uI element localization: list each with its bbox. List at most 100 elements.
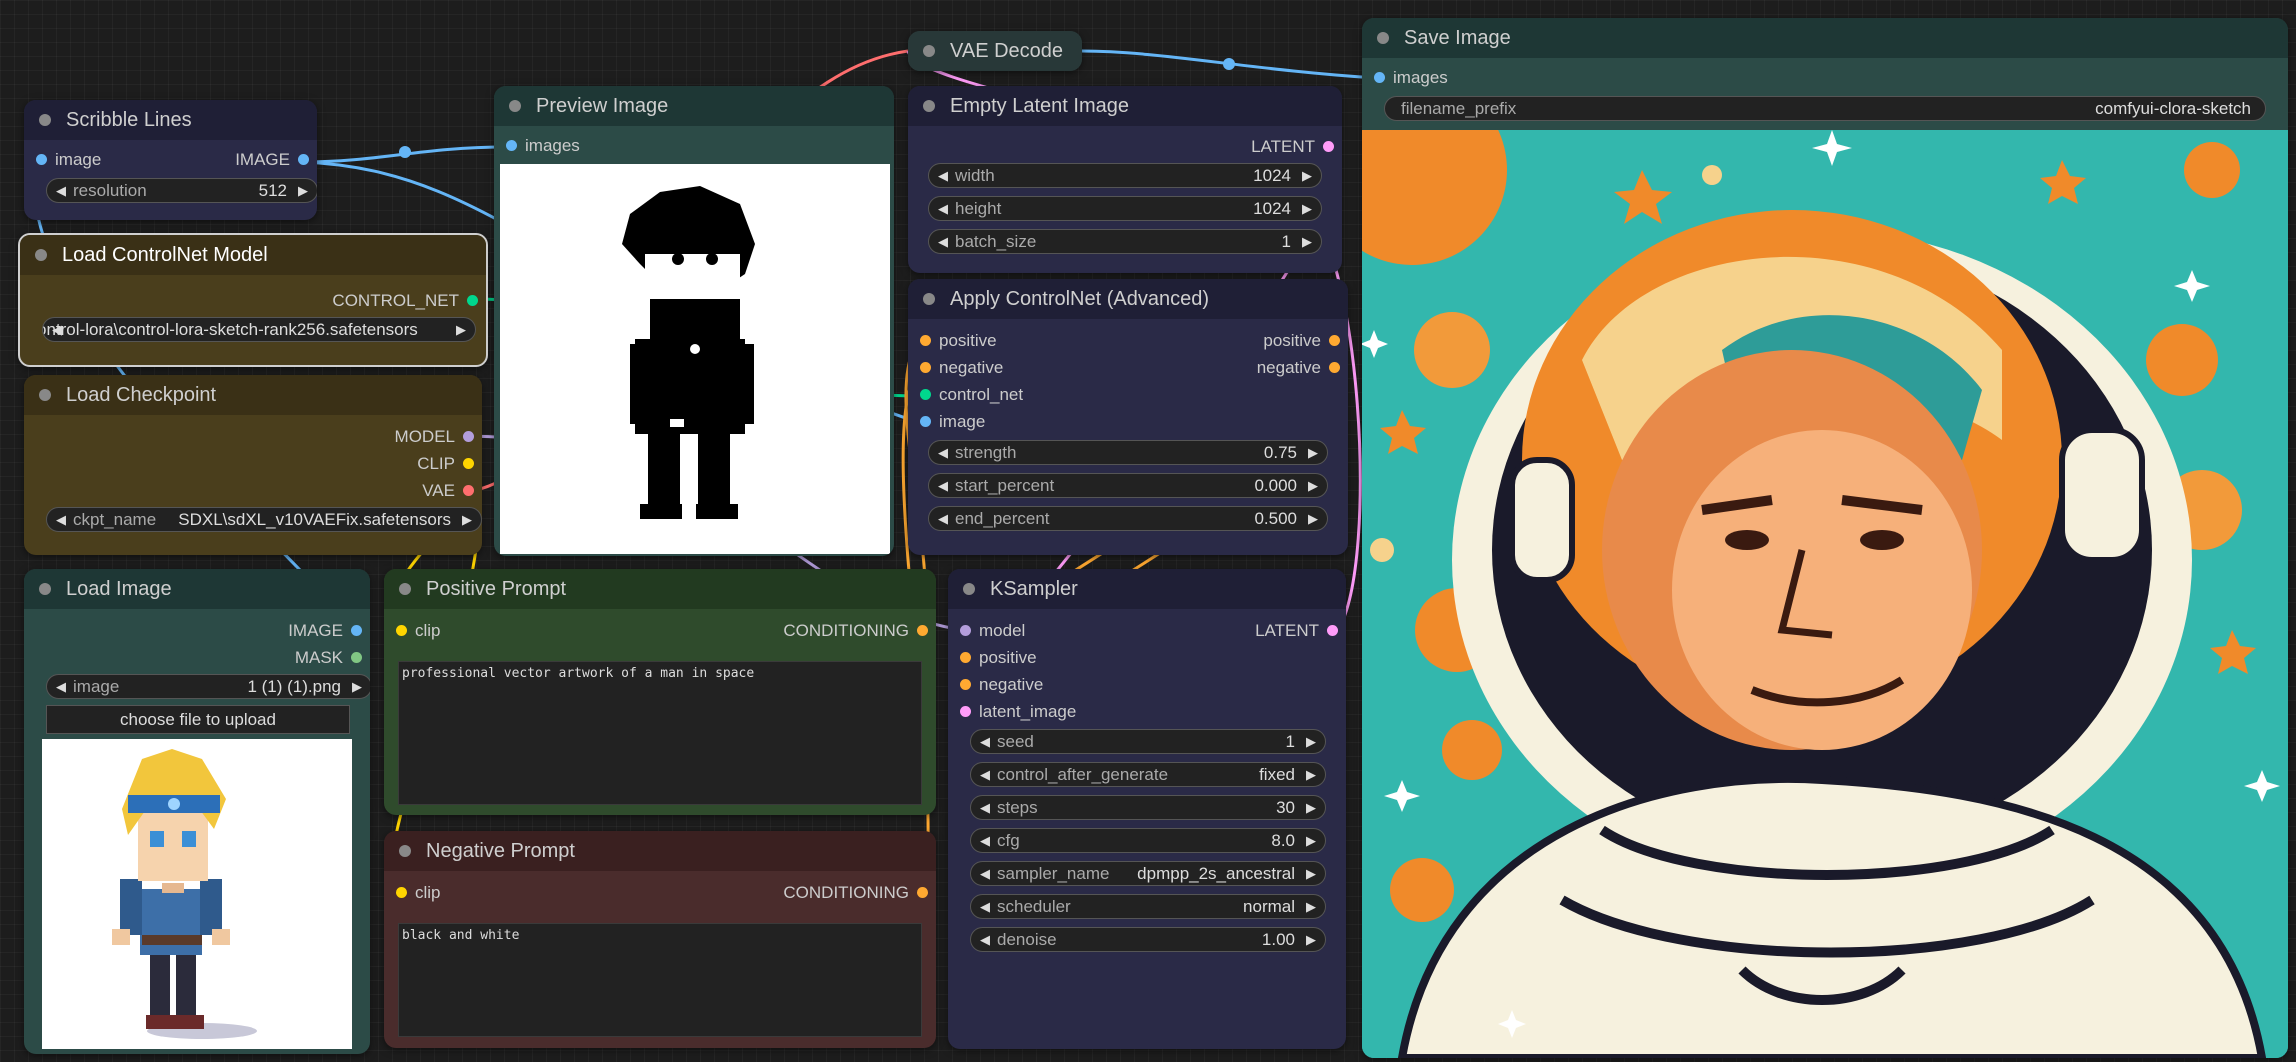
decrement-arrow-icon[interactable]: ◀: [932, 507, 954, 530]
output-negative[interactable]: negative: [1257, 358, 1348, 378]
image-select-widget[interactable]: ◀ image 1 (1) (1).png ▶: [46, 674, 370, 699]
output-control-net[interactable]: CONTROL_NET: [332, 291, 486, 311]
node-negative-prompt[interactable]: Negative Prompt clip CONDITIONING black …: [384, 831, 936, 1048]
increment-arrow-icon[interactable]: ▶: [450, 318, 472, 341]
node-positive-prompt[interactable]: Positive Prompt clip CONDITIONING profes…: [384, 569, 936, 815]
increment-arrow-icon[interactable]: ▶: [1296, 164, 1318, 187]
increment-arrow-icon[interactable]: ▶: [1302, 441, 1324, 464]
output-mask[interactable]: MASK: [295, 648, 370, 668]
input-negative[interactable]: negative: [912, 358, 1003, 378]
node-title[interactable]: Save Image: [1362, 18, 2288, 58]
decrement-arrow-icon[interactable]: ◀: [974, 796, 996, 819]
filename-prefix-widget[interactable]: filename_prefix comfyui-clora-sketch: [1384, 96, 2266, 121]
increment-arrow-icon[interactable]: ▶: [1302, 507, 1324, 530]
node-vae-decode[interactable]: VAE Decode: [908, 31, 1082, 71]
increment-arrow-icon[interactable]: ▶: [1296, 230, 1318, 253]
decrement-arrow-icon[interactable]: ◀: [932, 230, 954, 253]
node-title[interactable]: Load ControlNet Model: [20, 235, 486, 275]
output-positive[interactable]: positive: [1263, 331, 1348, 351]
node-title[interactable]: Positive Prompt: [384, 569, 936, 609]
start-percent-widget[interactable]: ◀ start_percent 0.000 ▶: [928, 473, 1328, 498]
ckpt-name-widget[interactable]: ◀ ckpt_name SDXL\sdXL_v10VAEFix.safetensor…: [46, 507, 482, 532]
node-title[interactable]: Empty Latent Image: [908, 86, 1342, 126]
decrement-arrow-icon[interactable]: ◀: [932, 441, 954, 464]
strength-widget[interactable]: ◀ strength 0.75 ▶: [928, 440, 1328, 465]
decrement-arrow-icon[interactable]: ◀: [974, 928, 996, 951]
width-widget[interactable]: ◀ width 1024 ▶: [928, 163, 1322, 188]
decrement-arrow-icon[interactable]: ◀: [974, 829, 996, 852]
node-title[interactable]: Preview Image: [494, 86, 894, 126]
input-images[interactable]: images: [498, 136, 580, 156]
batch-size-widget[interactable]: ◀ batch_size 1 ▶: [928, 229, 1322, 254]
output-vae[interactable]: VAE: [422, 481, 482, 501]
increment-arrow-icon[interactable]: ▶: [1300, 796, 1322, 819]
input-positive[interactable]: positive: [952, 648, 1037, 668]
decrement-arrow-icon[interactable]: ◀: [974, 763, 996, 786]
output-latent[interactable]: LATENT: [1255, 621, 1346, 641]
node-scribble-lines[interactable]: Scribble Lines image IMAGE ◀ resolution 51…: [24, 100, 317, 220]
positive-prompt-textarea[interactable]: professional vector artwork of a man in …: [398, 661, 922, 805]
input-latent-image[interactable]: latent_image: [952, 702, 1076, 722]
decrement-arrow-icon[interactable]: ◀: [50, 675, 72, 698]
decrement-arrow-icon[interactable]: ◀: [50, 508, 72, 531]
node-title[interactable]: Apply ControlNet (Advanced): [908, 279, 1348, 319]
input-model[interactable]: model: [952, 621, 1025, 641]
increment-arrow-icon[interactable]: ▶: [1296, 197, 1318, 220]
node-load-checkpoint[interactable]: Load Checkpoint MODEL CLIP VAE ◀ ckpt_nam…: [24, 375, 482, 555]
scheduler-widget[interactable]: ◀ scheduler normal ▶: [970, 894, 1326, 919]
node-apply-controlnet[interactable]: Apply ControlNet (Advanced) positive neg…: [908, 279, 1348, 555]
node-load-image[interactable]: Load Image IMAGE MASK ◀ image 1 (1) (1).pn…: [24, 569, 370, 1054]
output-latent[interactable]: LATENT: [1251, 137, 1342, 157]
output-conditioning[interactable]: CONDITIONING: [783, 621, 936, 641]
node-title[interactable]: KSampler: [948, 569, 1346, 609]
increment-arrow-icon[interactable]: ▶: [1300, 928, 1322, 951]
input-clip[interactable]: clip: [388, 621, 441, 641]
output-model[interactable]: MODEL: [395, 427, 482, 447]
steps-widget[interactable]: ◀ steps 30 ▶: [970, 795, 1326, 820]
resolution-widget[interactable]: ◀ resolution 512 ▶: [46, 178, 317, 203]
cfg-widget[interactable]: ◀ cfg 8.0 ▶: [970, 828, 1326, 853]
denoise-widget[interactable]: ◀ denoise 1.00 ▶: [970, 927, 1326, 952]
input-positive[interactable]: positive: [912, 331, 997, 351]
input-images[interactable]: images: [1366, 68, 1448, 88]
decrement-arrow-icon[interactable]: ◀: [932, 474, 954, 497]
height-widget[interactable]: ◀ height 1024 ▶: [928, 196, 1322, 221]
node-ksampler[interactable]: KSampler model positive negative latent_…: [948, 569, 1346, 1049]
input-image[interactable]: image: [912, 412, 985, 432]
input-clip[interactable]: clip: [388, 883, 441, 903]
node-title[interactable]: Negative Prompt: [384, 831, 936, 871]
sampler-name-widget[interactable]: ◀ sampler_name dpmpp_2s_ancestral ▶: [970, 861, 1326, 886]
end-percent-widget[interactable]: ◀ end_percent 0.500 ▶: [928, 506, 1328, 531]
increment-arrow-icon[interactable]: ▶: [346, 675, 368, 698]
negative-prompt-textarea[interactable]: black and white: [398, 923, 922, 1037]
increment-arrow-icon[interactable]: ▶: [1302, 474, 1324, 497]
increment-arrow-icon[interactable]: ▶: [1300, 862, 1322, 885]
control-after-generate-widget[interactable]: ◀ control_after_generate fixed ▶: [970, 762, 1326, 787]
node-save-image[interactable]: Save Image images filename_prefix comfyui…: [1362, 18, 2288, 1058]
node-preview-image[interactable]: Preview Image images: [494, 86, 894, 556]
increment-arrow-icon[interactable]: ▶: [1300, 829, 1322, 852]
node-title[interactable]: Load Image: [24, 569, 370, 609]
output-conditioning[interactable]: CONDITIONING: [783, 883, 936, 903]
output-clip[interactable]: CLIP: [417, 454, 482, 474]
input-negative[interactable]: negative: [952, 675, 1043, 695]
input-control-net[interactable]: control_net: [912, 385, 1023, 405]
node-title[interactable]: VAE Decode: [908, 31, 1082, 71]
node-empty-latent[interactable]: Empty Latent Image LATENT ◀ width 1024 ▶ ◀ h…: [908, 86, 1342, 273]
node-title[interactable]: Load Checkpoint: [24, 375, 482, 415]
input-image[interactable]: image: [28, 150, 101, 170]
output-image[interactable]: IMAGE: [288, 621, 370, 641]
controlnet-name-widget[interactable]: ◀ XL\control-lora\control-lora-sketch-ran…: [42, 317, 476, 342]
increment-arrow-icon[interactable]: ▶: [1300, 763, 1322, 786]
decrement-arrow-icon[interactable]: ◀: [932, 197, 954, 220]
increment-arrow-icon[interactable]: ▶: [292, 179, 314, 202]
decrement-arrow-icon[interactable]: ◀: [50, 179, 72, 202]
node-load-controlnet[interactable]: Load ControlNet Model CONTROL_NET ◀ XL\co…: [18, 233, 488, 367]
increment-arrow-icon[interactable]: ▶: [456, 508, 478, 531]
increment-arrow-icon[interactable]: ▶: [1300, 895, 1322, 918]
decrement-arrow-icon[interactable]: ◀: [932, 164, 954, 187]
output-image[interactable]: IMAGE: [235, 150, 317, 170]
increment-arrow-icon[interactable]: ▶: [1300, 730, 1322, 753]
decrement-arrow-icon[interactable]: ◀: [974, 730, 996, 753]
decrement-arrow-icon[interactable]: ◀: [974, 862, 996, 885]
